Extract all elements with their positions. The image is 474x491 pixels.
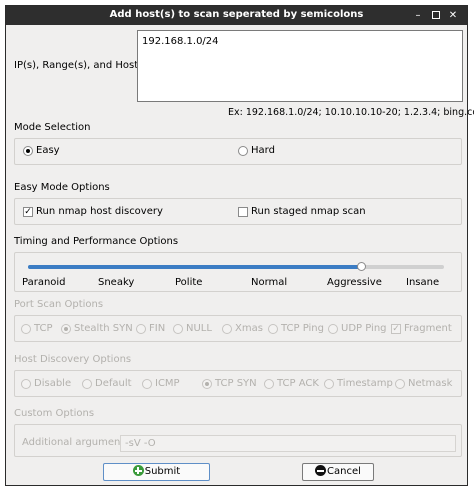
port-scan-udp-ping[interactable]: UDP Ping	[328, 323, 387, 335]
host-discovery-netmask[interactable]: Netmask	[395, 378, 452, 390]
host-discovery-default[interactable]: Default	[82, 378, 132, 390]
port-scan-xmas-label: Xmas	[235, 323, 263, 334]
host-discovery-tcp-syn-radio[interactable]	[202, 378, 212, 389]
hosts-input[interactable]: 192.168.1.0/24	[137, 30, 463, 102]
timing-level-aggressive: Aggressive	[327, 277, 382, 288]
host-discovery-netmask-label: Netmask	[408, 378, 453, 389]
host-discovery-checkbox[interactable]: ✓	[23, 206, 33, 217]
hosts-label: IP(s), Range(s), and Host(s)	[14, 60, 152, 71]
host-discovery-timestamp[interactable]: Timestamp	[324, 378, 393, 390]
plus-icon	[132, 465, 144, 476]
host-discovery-heading: Host Discovery Options	[14, 354, 132, 365]
port-scan-xmas-radio[interactable]	[222, 323, 232, 334]
port-scan-null-label: NULL	[186, 323, 212, 334]
port-scan-xmas[interactable]: Xmas	[222, 323, 263, 335]
timing-slider-handle[interactable]	[356, 262, 366, 271]
host-discovery-tcp-syn[interactable]: TCP SYN	[202, 378, 257, 390]
port-scan-fin-radio[interactable]	[136, 323, 146, 334]
easy-options-heading: Easy Mode Options	[14, 182, 110, 193]
port-scan-fin-label: FIN	[149, 323, 166, 334]
host-discovery-default-label: Default	[95, 378, 132, 389]
port-scan-null-radio[interactable]	[173, 323, 183, 334]
timing-heading: Timing and Performance Options	[14, 236, 179, 247]
port-scan-tcp[interactable]: TCP	[21, 323, 53, 335]
additional-arguments-label: Additional arguments	[22, 437, 130, 448]
host-discovery-tcp-ack-label: TCP ACK	[277, 378, 319, 389]
title-bar: Add host(s) to scan seperated by semicol…	[6, 6, 467, 25]
host-discovery-tcp-syn-label: TCP SYN	[215, 378, 257, 389]
mode-hard-radio[interactable]	[238, 145, 248, 156]
submit-button[interactable]: Submit	[103, 463, 210, 481]
timing-level-insane: Insane	[406, 277, 440, 288]
mode-easy-radio[interactable]	[23, 145, 33, 156]
port-scan-stealth-syn-radio[interactable]	[61, 323, 71, 334]
port-scan-fragment-checkbox[interactable]: ✓	[391, 323, 401, 334]
mode-selection-heading: Mode Selection	[14, 122, 91, 133]
port-scan-fragment-label: Fragment	[404, 323, 452, 334]
timing-level-normal: Normal	[251, 277, 288, 288]
additional-arguments-input[interactable]: -sV -O	[120, 435, 456, 452]
maximize-icon	[432, 11, 440, 19]
cancel-button[interactable]: Cancel	[302, 463, 374, 481]
host-discovery-default-radio[interactable]	[82, 378, 92, 389]
host-discovery-timestamp-radio[interactable]	[324, 378, 334, 389]
custom-options-heading: Custom Options	[14, 408, 95, 419]
host-discovery-timestamp-label: Timestamp	[337, 378, 393, 389]
close-button[interactable]: ✕	[447, 10, 459, 21]
host-discovery-icmp-radio[interactable]	[142, 378, 152, 389]
host-discovery-label: Run nmap host discovery	[36, 206, 163, 217]
mode-hard-option[interactable]: Hard	[238, 145, 275, 157]
port-scan-fragment[interactable]: ✓ Fragment	[391, 323, 452, 335]
timing-slider[interactable]	[28, 262, 444, 271]
mode-easy-label: Easy	[36, 145, 60, 156]
timing-slider-fill	[28, 265, 361, 269]
host-discovery-netmask-radio[interactable]	[395, 378, 405, 389]
host-discovery-icmp[interactable]: ICMP	[142, 378, 180, 390]
host-discovery-disable-label: Disable	[34, 378, 72, 389]
port-scan-fin[interactable]: FIN	[136, 323, 165, 335]
mode-hard-label: Hard	[251, 145, 275, 156]
timing-level-paranoid: Paranoid	[22, 277, 66, 288]
port-scan-tcp-ping-radio[interactable]	[268, 323, 278, 334]
add-hosts-dialog: Add host(s) to scan seperated by semicol…	[5, 5, 474, 486]
port-scan-tcp-ping[interactable]: TCP Ping	[268, 323, 324, 335]
port-scan-stealth-syn[interactable]: Stealth SYN	[61, 323, 133, 335]
maximize-button[interactable]	[430, 10, 442, 21]
mode-easy-option[interactable]: Easy	[23, 145, 60, 157]
staged-scan-checkbox-option[interactable]: Run staged nmap scan	[238, 206, 366, 218]
port-scan-stealth-syn-label: Stealth SYN	[74, 323, 133, 334]
timing-level-polite: Polite	[175, 277, 203, 288]
port-scan-tcp-label: TCP	[34, 323, 53, 334]
minus-icon	[315, 465, 327, 476]
port-scan-tcp-ping-label: TCP Ping	[281, 323, 324, 334]
submit-label: Submit	[144, 466, 181, 477]
staged-scan-checkbox[interactable]	[238, 206, 248, 217]
timing-group	[14, 252, 462, 292]
host-discovery-disable[interactable]: Disable	[21, 378, 71, 390]
host-discovery-checkbox-option[interactable]: ✓ Run nmap host discovery	[23, 206, 163, 218]
minimize-button[interactable]: –	[412, 10, 424, 21]
hosts-example: Ex: 192.168.1.0/24; 10.10.10.10-20; 1.2.…	[228, 107, 474, 118]
host-discovery-icmp-label: ICMP	[155, 378, 180, 389]
host-discovery-tcp-ack-radio[interactable]	[264, 378, 274, 389]
port-scan-tcp-radio[interactable]	[21, 323, 31, 334]
host-discovery-disable-radio[interactable]	[21, 378, 31, 389]
cancel-label: Cancel	[327, 466, 361, 477]
staged-scan-label: Run staged nmap scan	[251, 206, 366, 217]
port-scan-null[interactable]: NULL	[173, 323, 212, 335]
port-scan-udp-ping-radio[interactable]	[328, 323, 338, 334]
port-scan-udp-ping-label: UDP Ping	[341, 323, 387, 334]
host-discovery-tcp-ack[interactable]: TCP ACK	[264, 378, 319, 390]
timing-level-sneaky: Sneaky	[98, 277, 135, 288]
window-title: Add host(s) to scan seperated by semicol…	[109, 9, 364, 20]
port-scan-heading: Port Scan Options	[14, 299, 104, 310]
